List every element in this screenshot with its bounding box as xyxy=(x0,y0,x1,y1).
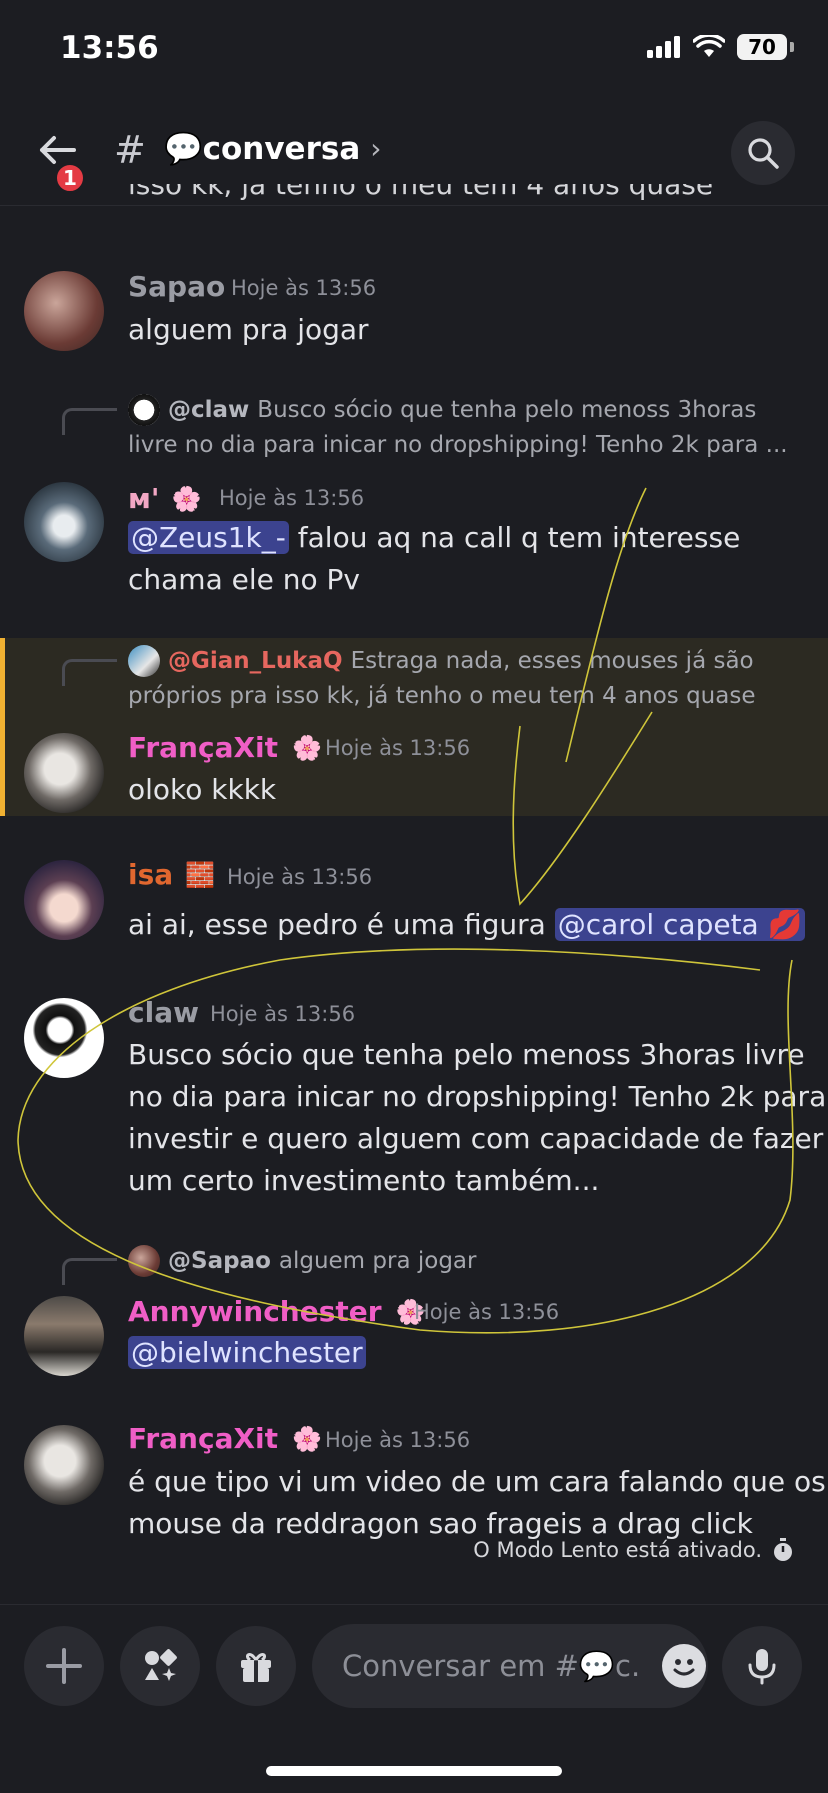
search-icon xyxy=(748,138,779,169)
message-text-line1: é que tipo vi um video de um cara faland… xyxy=(128,1465,826,1498)
user-mention[interactable]: @Zeus1k_- xyxy=(128,521,289,554)
apps-button[interactable] xyxy=(120,1626,200,1706)
message-composer[interactable] xyxy=(312,1624,708,1708)
username[interactable]: claw xyxy=(128,996,199,1029)
reply-preview-line2: próprios pra isso kk, já tenho o meu tem… xyxy=(128,683,756,709)
microphone-icon xyxy=(748,1649,776,1685)
user-mention[interactable]: @carol capeta 💋 xyxy=(554,908,806,941)
signal-icon xyxy=(647,36,680,58)
username[interactable]: Sapao xyxy=(128,270,225,303)
reply-avatar xyxy=(128,645,160,677)
message-text-line1: Busco sócio que tenha pelo menoss 3horas… xyxy=(128,1038,805,1071)
reply-connector xyxy=(62,659,117,686)
message-timestamp: Hoje às 13:56 xyxy=(219,486,365,510)
reply-text-line2: próprios pra isso kk, já tenho o meu tem… xyxy=(128,683,756,709)
message-text: @bielwinchester xyxy=(128,1332,366,1374)
username-row[interactable]: м' 🌸 xyxy=(128,482,201,515)
user-mention[interactable]: @bielwinchester xyxy=(128,1336,366,1369)
username: FrançaXit xyxy=(128,1422,279,1455)
reply-preview[interactable]: @Sapao alguem pra jogar xyxy=(128,1245,476,1277)
username-row[interactable]: FrançaXit 🌸 xyxy=(128,1422,322,1455)
message-text-line2: no dia para inicar no dropshipping! Tenh… xyxy=(128,1080,827,1113)
message-text-body: ai ai, esse pedro é uma figura xyxy=(128,908,555,941)
message-timestamp: Hoje às 13:56 xyxy=(227,865,373,889)
role-badge-icon: 🌸 xyxy=(292,733,322,762)
voice-message-button[interactable] xyxy=(722,1626,802,1706)
status-time: 13:56 xyxy=(60,30,159,66)
channel-emoji: 💬 xyxy=(164,131,203,167)
reply-text: Busco sócio que tenha pelo menoss 3horas xyxy=(257,397,757,423)
message-text: ai ai, esse pedro é uma figura @carol ca… xyxy=(128,904,806,946)
channel-title[interactable]: 💬 conversa › xyxy=(164,130,382,168)
avatar[interactable] xyxy=(24,998,104,1078)
message-timestamp: Hoje às 13:56 xyxy=(231,276,377,300)
username: FrançaXit xyxy=(128,731,279,764)
avatar[interactable] xyxy=(24,1296,104,1376)
reply-username: @Gian_LukaQ xyxy=(168,648,343,674)
username-row[interactable]: Annywinchester 🌸 xyxy=(128,1295,425,1328)
reply-text: alguem pra jogar xyxy=(278,1248,477,1274)
username-row[interactable]: isa 🧱 xyxy=(128,858,215,891)
message-text-line4: um certo investimento também... xyxy=(128,1164,600,1197)
message-text: @Zeus1k_- falou aq na call q tem interes… xyxy=(128,517,740,559)
battery-tip xyxy=(790,42,794,52)
message-text: oloko kkkk xyxy=(128,773,277,806)
avatar[interactable] xyxy=(24,271,104,351)
reply-connector xyxy=(62,408,117,435)
slow-mode-text: O Modo Lento está ativado. xyxy=(473,1538,762,1562)
plus-icon xyxy=(46,1648,82,1684)
username: м' xyxy=(128,482,160,515)
reply-connector xyxy=(62,1258,117,1285)
message-text-rest: falou aq na call q tem interesse xyxy=(288,521,741,554)
wifi-icon xyxy=(693,35,725,57)
role-badge-icon: 🌸 xyxy=(292,1424,322,1453)
reply-text-line2: livre no dia para inicar no dropshipping… xyxy=(128,432,788,458)
hash-icon: # xyxy=(114,128,146,172)
gift-icon xyxy=(241,1653,271,1682)
search-button[interactable] xyxy=(731,121,795,185)
avatar[interactable] xyxy=(24,1425,104,1505)
role-badge-icon: 🌸 xyxy=(171,484,202,513)
apps-icon xyxy=(145,1649,177,1681)
cut-off-message-text: isso kk, já tenho o meu tem 4 anos quase xyxy=(128,184,714,201)
message-input[interactable] xyxy=(340,1648,644,1684)
avatar[interactable] xyxy=(24,860,104,940)
avatar[interactable] xyxy=(24,482,104,562)
battery-indicator: 70 xyxy=(737,34,787,60)
username-row[interactable]: FrançaXit 🌸 xyxy=(128,731,322,764)
reply-avatar xyxy=(128,394,160,426)
channel-name: conversa xyxy=(202,130,361,167)
reply-username: @Sapao xyxy=(168,1248,271,1274)
message-text: alguem pra jogar xyxy=(128,313,369,346)
avatar[interactable] xyxy=(24,733,104,813)
username: Annywinchester xyxy=(128,1295,382,1328)
username: isa xyxy=(128,858,174,891)
reply-preview-line2: livre no dia para inicar no dropshipping… xyxy=(128,432,788,458)
timer-icon xyxy=(774,1538,792,1561)
status-icons: 70 xyxy=(647,34,794,60)
role-badge-icon: 🧱 xyxy=(185,860,216,889)
message-timestamp: Hoje às 13:56 xyxy=(325,1428,471,1452)
slow-mode-notice: O Modo Lento está ativado. xyxy=(473,1538,794,1562)
message-timestamp: Hoje às 13:56 xyxy=(325,736,471,760)
gift-button[interactable] xyxy=(216,1626,296,1706)
message-timestamp: Hoje às 13:56 xyxy=(414,1300,560,1324)
reply-username: @claw xyxy=(168,397,250,423)
notification-badge: 1 xyxy=(54,162,86,194)
message-text-line2: chama ele no Pv xyxy=(128,563,360,596)
reply-text: Estraga nada, esses mouses já são xyxy=(350,648,754,674)
chevron-right-icon: › xyxy=(370,132,382,165)
reply-avatar xyxy=(128,1245,160,1277)
message-timestamp: Hoje às 13:56 xyxy=(210,1002,356,1026)
emoji-icon xyxy=(673,1659,695,1676)
home-indicator[interactable] xyxy=(266,1766,562,1776)
reply-preview[interactable]: @claw Busco sócio que tenha pelo menoss … xyxy=(128,394,756,426)
add-attachment-button[interactable] xyxy=(24,1626,104,1706)
reply-preview[interactable]: @Gian_LukaQ Estraga nada, esses mouses j… xyxy=(128,645,754,677)
message-text-line3: investir e quero alguem com capacidade d… xyxy=(128,1122,824,1155)
emoji-button[interactable] xyxy=(662,1644,706,1688)
